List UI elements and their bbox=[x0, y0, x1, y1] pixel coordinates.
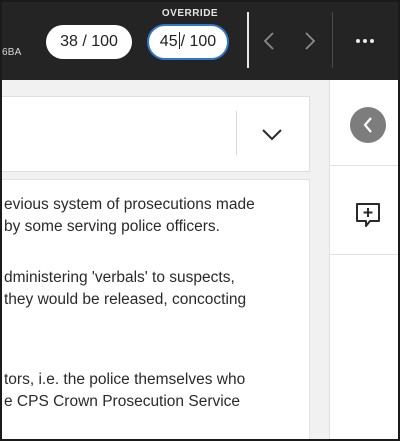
paragraph: evious system of prosecutions made by so… bbox=[4, 194, 255, 238]
text-line: by some serving police officers. bbox=[4, 218, 220, 235]
more-options-button[interactable] bbox=[348, 26, 382, 56]
add-comment-icon[interactable] bbox=[353, 200, 383, 230]
more-dot bbox=[363, 39, 367, 43]
more-horizontal-icon bbox=[356, 39, 360, 43]
next-button[interactable] bbox=[295, 24, 325, 58]
panel-divider bbox=[330, 254, 398, 255]
text-line: dministering 'verbals' to suspects, bbox=[4, 269, 235, 286]
chevron-left-icon bbox=[263, 32, 274, 50]
dropdown-separator bbox=[236, 111, 237, 155]
text-line: they would be released, concocting bbox=[4, 291, 247, 308]
more-dot bbox=[370, 39, 374, 43]
override-suffix: / 100 bbox=[180, 33, 217, 50]
side-panel bbox=[329, 80, 398, 439]
toolbar-divider bbox=[247, 12, 249, 68]
override-label: OVERRIDE bbox=[161, 8, 219, 19]
override-score-input[interactable]: 45/ 100 bbox=[147, 24, 229, 60]
text-line: e CPS Crown Prosecution Service bbox=[4, 393, 241, 410]
section-dropdown[interactable] bbox=[2, 96, 310, 172]
text-line: evious system of prosecutions made bbox=[4, 196, 255, 213]
override-value: 45 bbox=[159, 33, 178, 50]
answer-text-panel: evious system of prosecutions made by so… bbox=[2, 179, 310, 439]
score-badge: 38 / 100 bbox=[46, 25, 132, 59]
chevron-down-icon[interactable] bbox=[260, 125, 284, 143]
panel-divider bbox=[330, 165, 398, 166]
collapse-panel-button[interactable] bbox=[350, 107, 386, 143]
paragraph: dministering 'verbals' to suspects, they… bbox=[4, 267, 246, 311]
app-window: 6BA 38 / 100 OVERRIDE 45/ 100 evious sys… bbox=[0, 0, 400, 441]
text-cursor bbox=[178, 32, 180, 49]
paragraph: tors, i.e. the police themselves who e C… bbox=[4, 369, 245, 413]
chevron-right-icon bbox=[305, 32, 316, 50]
toolbar-divider-right bbox=[332, 12, 333, 68]
record-id-fragment: 6BA bbox=[2, 47, 22, 58]
previous-button[interactable] bbox=[254, 24, 284, 58]
text-line: tors, i.e. the police themselves who bbox=[4, 371, 246, 388]
main-content: evious system of prosecutions made by so… bbox=[2, 80, 329, 439]
top-bar: 6BA 38 / 100 OVERRIDE 45/ 100 bbox=[2, 2, 398, 80]
chevron-left-icon bbox=[363, 117, 372, 133]
